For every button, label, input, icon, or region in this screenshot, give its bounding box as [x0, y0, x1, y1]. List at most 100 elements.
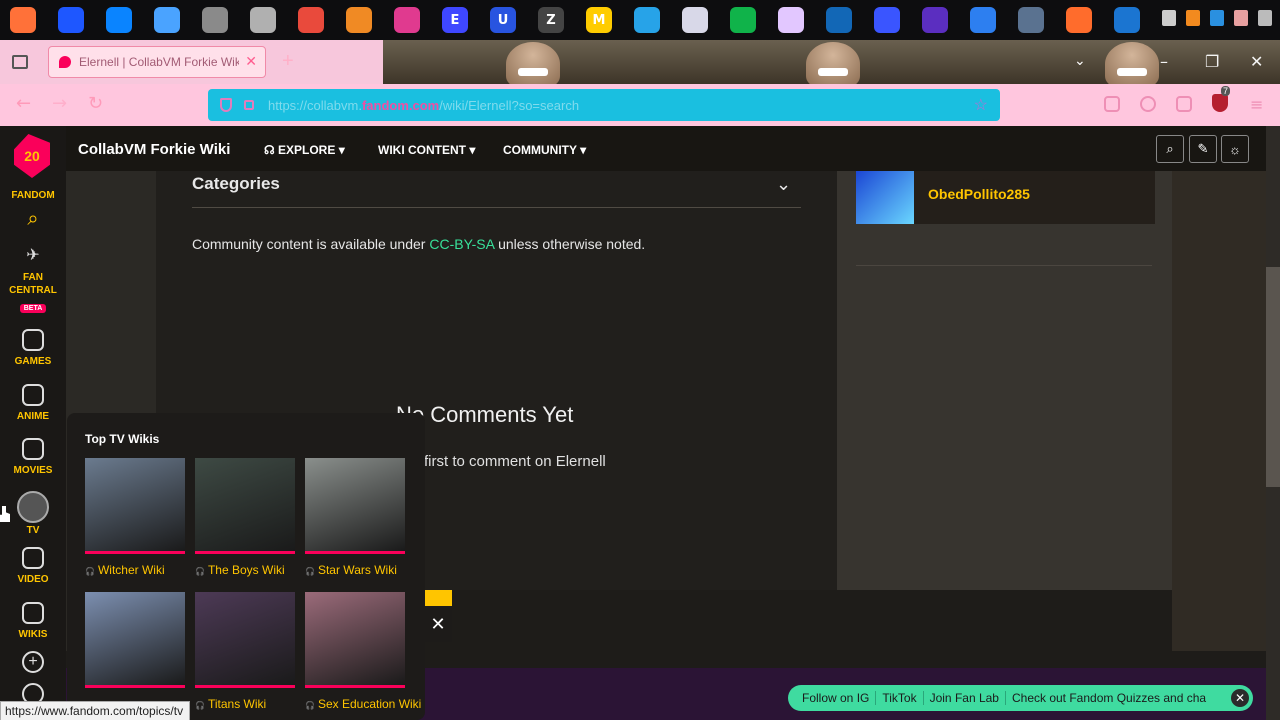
fan-lab-link[interactable]: Join Fan Lab	[924, 691, 1006, 705]
sidebar-item-label: WIKIS	[18, 629, 48, 640]
quizzes-link[interactable]: Check out Fandom Quizzes and cha	[1006, 691, 1212, 705]
sidebar-item-movies[interactable]: MOVIES	[0, 438, 66, 477]
tray-icon[interactable]	[1162, 10, 1176, 26]
theme-toggle-button[interactable]: ☼	[1221, 135, 1249, 163]
sidebar-item-wikis[interactable]: WIKIS	[0, 602, 66, 641]
wiki-tile[interactable]: Sex Education Wiki	[305, 592, 421, 711]
letter-u-icon[interactable]: U	[490, 7, 516, 33]
gray-orb-icon[interactable]	[1018, 7, 1044, 33]
wiki-label: Star Wars Wiki	[305, 563, 405, 577]
tray-icon[interactable]	[1258, 10, 1272, 26]
ublock-origin-icon[interactable]	[1212, 94, 1228, 112]
tiktok-link[interactable]: TikTok	[876, 691, 924, 705]
firefox-orange-icon[interactable]	[1066, 7, 1092, 33]
tab-overflow-chevron-icon[interactable]: ⌄	[1074, 52, 1086, 69]
pocket-icon[interactable]	[1104, 96, 1120, 112]
fox-red-icon[interactable]	[298, 7, 324, 33]
tray-icon[interactable]	[1234, 10, 1248, 26]
wiki-content-menu[interactable]: WIKI CONTENT ▾	[378, 143, 475, 157]
fox-orange-icon[interactable]	[346, 7, 372, 33]
sidebar-item-fan-central[interactable]: ✈ FAN CENTRAL BETA	[0, 245, 66, 315]
tray-icon[interactable]	[1186, 10, 1200, 26]
tab-close-icon[interactable]: ✕	[245, 53, 257, 70]
menu-hamburger-icon[interactable]: ≡	[1250, 95, 1263, 114]
sidebar-item-fandom[interactable]: FANDOM	[0, 185, 66, 202]
edge-icon[interactable]	[1114, 7, 1140, 33]
forward-button[interactable]: →	[52, 93, 67, 114]
waterfox-icon[interactable]	[154, 7, 180, 33]
sidebar-item-label: MOVIES	[13, 465, 53, 476]
firefox-alt-icon[interactable]	[106, 7, 132, 33]
wiki-tile[interactable]: Star Wars Wiki	[305, 458, 405, 577]
letter-m-icon[interactable]: M	[586, 7, 612, 33]
raccoon-browser-icon[interactable]	[202, 7, 228, 33]
discussions-button[interactable]: ✎	[1189, 135, 1217, 163]
fox-pink-icon[interactable]	[394, 7, 420, 33]
search-icon[interactable]: ⌕	[0, 208, 66, 231]
wiki-tile[interactable]: Witcher Wiki	[85, 458, 185, 577]
scrollbar-thumb[interactable]	[1266, 267, 1280, 487]
purple-app-icon[interactable]	[922, 7, 948, 33]
ublock-count-badge: 7	[1221, 86, 1231, 96]
page-background-right	[1172, 171, 1280, 651]
wiki-thumbnail	[305, 458, 405, 554]
url-bar[interactable]: https://collabvm.fandom.com/wiki/Elernel…	[208, 89, 1000, 121]
firefox-blue-icon[interactable]	[58, 7, 84, 33]
firefox-icon[interactable]	[10, 7, 36, 33]
reload-button[interactable]: ↻	[88, 93, 103, 114]
wiki-label: Witcher Wiki	[85, 563, 185, 577]
follow-ig-link[interactable]: Follow on IG	[796, 691, 877, 705]
letter-z-icon[interactable]: Z	[538, 7, 564, 33]
close-icon[interactable]: ✕	[1231, 689, 1249, 707]
explore-icon: ☊	[264, 143, 278, 157]
sidebar-item-label: FANDOM	[11, 190, 55, 201]
globe-icon[interactable]	[826, 7, 852, 33]
explore-menu[interactable]: ☊ EXPLORE ▾	[264, 143, 345, 157]
restore-button[interactable]: ❐	[1205, 52, 1219, 71]
chevron-down-icon[interactable]: ⌄	[776, 174, 791, 195]
blue-leaf-icon[interactable]	[970, 7, 996, 33]
sidebar-item-anime[interactable]: ANIME	[0, 384, 66, 423]
new-tab-button[interactable]: +	[282, 50, 294, 73]
theme-background-image	[683, 40, 983, 84]
tray-icon[interactable]	[1210, 10, 1224, 26]
close-window-button[interactable]: ✕	[1250, 52, 1263, 71]
tab-list-icon[interactable]	[12, 55, 28, 69]
browser-tab-active[interactable]: Elernell | CollabVM Forkie Wiki ✕	[48, 46, 266, 78]
bookmark-star-icon[interactable]: ☆	[974, 95, 988, 115]
sidebar-item-games[interactable]: GAMES	[0, 329, 66, 368]
account-icon[interactable]	[1140, 96, 1156, 112]
swirl-icon[interactable]	[634, 7, 660, 33]
sidebar-item-video[interactable]: VIDEO	[0, 547, 66, 586]
white-orb-icon[interactable]	[682, 7, 708, 33]
green-orb-icon[interactable]	[730, 7, 756, 33]
close-icon[interactable]: ✕	[424, 608, 452, 642]
blue-orb-icon[interactable]	[874, 7, 900, 33]
rainbow-icon[interactable]	[778, 7, 804, 33]
wiki-tile[interactable]: The Boys Wiki	[195, 458, 295, 577]
url-text[interactable]: https://collabvm.fandom.com/wiki/Elernel…	[268, 98, 579, 113]
create-wiki-button[interactable]: +	[0, 651, 66, 673]
categories-title[interactable]: Categories	[192, 174, 280, 194]
tracking-shield-icon[interactable]	[220, 98, 232, 112]
contributor-name[interactable]: ObedPollito285	[928, 186, 1030, 202]
search-button[interactable]: ⌕	[1156, 135, 1184, 163]
wiki-tile[interactable]	[85, 592, 185, 688]
back-button[interactable]: ←	[16, 93, 31, 114]
extensions-icon[interactable]	[1176, 96, 1192, 112]
sidebar-item-label: VIDEO	[17, 574, 49, 585]
recent-contributor-card[interactable]: ObedPollito285	[856, 171, 1155, 224]
raccoon-alt-icon[interactable]	[250, 7, 276, 33]
lock-icon[interactable]	[244, 100, 254, 110]
open-book-icon	[22, 602, 44, 624]
rocket-icon: ✈	[26, 247, 40, 264]
minimize-button[interactable]: –	[1160, 52, 1168, 71]
community-menu[interactable]: COMMUNITY ▾	[503, 143, 586, 157]
system-tray	[1152, 10, 1272, 26]
license-link[interactable]: CC-BY-SA	[429, 236, 494, 252]
fandom-logo[interactable]: 20	[14, 134, 50, 178]
letter-e-icon[interactable]: E	[442, 7, 468, 33]
wiki-name[interactable]: CollabVM Forkie Wiki	[78, 141, 230, 158]
wiki-tile[interactable]: Titans Wiki	[195, 592, 295, 711]
theme-background-image	[383, 40, 683, 84]
